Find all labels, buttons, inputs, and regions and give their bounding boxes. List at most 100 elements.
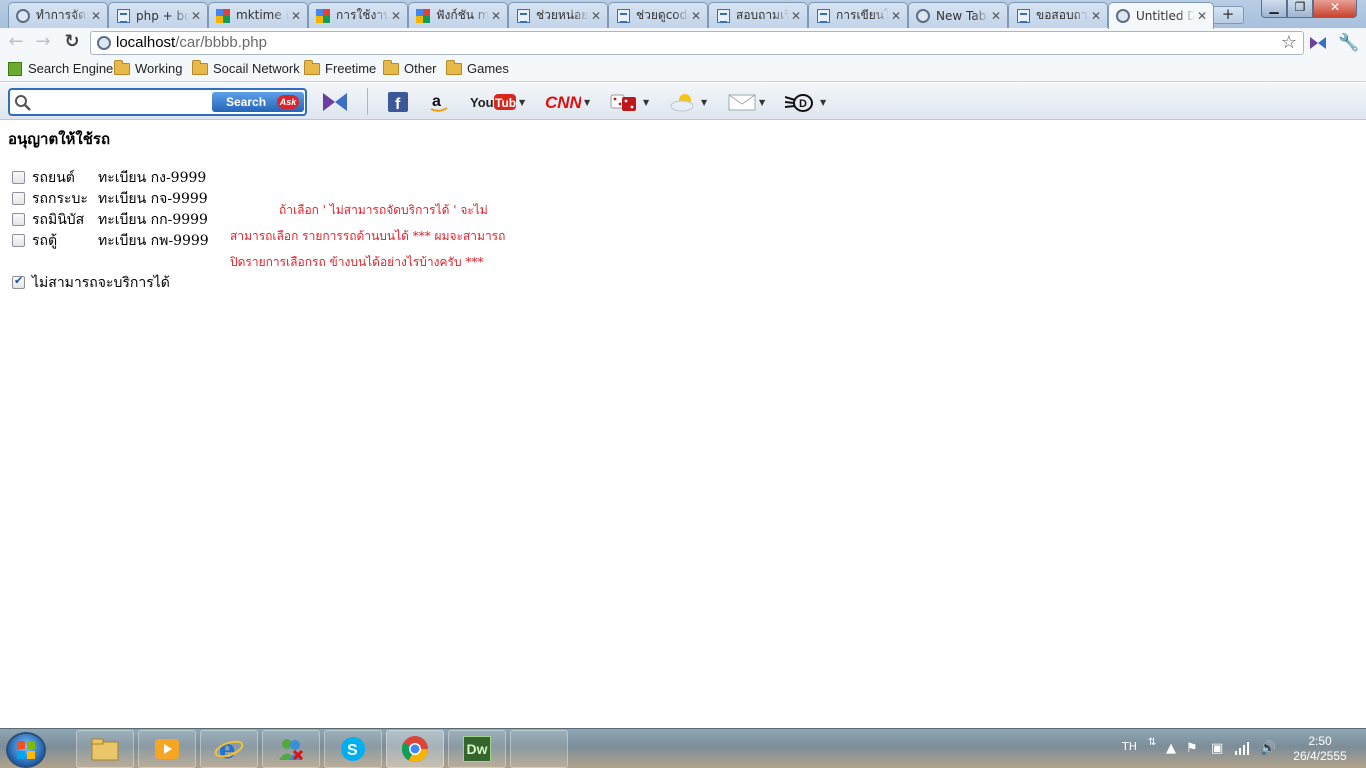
toolbar-logo-icon[interactable] — [322, 90, 348, 114]
tab[interactable]: New Tab ✕ — [908, 2, 1008, 28]
minimize-button[interactable]: ▁ — [1261, 0, 1287, 18]
tab-strip: ทำการจัดร✕php + bor✕mktime ดึ✕การใช้งาน✕… — [0, 0, 1366, 29]
cnn-icon[interactable]: CNN ▼ — [545, 90, 590, 114]
ask-search-box: Search Ask — [8, 88, 307, 116]
tab[interactable]: php + bor✕ — [108, 2, 208, 28]
bookmark-label: Search Engine — [28, 61, 114, 76]
back-button[interactable]: ← — [6, 33, 26, 53]
blank-window-icon[interactable] — [510, 730, 568, 768]
page-globe-icon — [97, 36, 111, 50]
tab[interactable]: mktime ดึ ✕ — [208, 2, 308, 28]
url-host: localhost — [116, 34, 176, 51]
tab-title: การเขียนโ — [836, 8, 889, 22]
tab-title: ช่วยหน่อยค — [536, 8, 589, 22]
page-icon — [615, 8, 631, 24]
maximize-button[interactable]: ❐ — [1287, 0, 1313, 18]
tab[interactable]: การใช้งาน ✕ — [308, 2, 408, 28]
close-tab-icon[interactable]: ✕ — [889, 9, 903, 23]
close-tab-icon[interactable]: ✕ — [1195, 9, 1209, 23]
bookmark-search-engine[interactable]: Search Engine — [8, 61, 113, 76]
close-tab-icon[interactable]: ✕ — [989, 9, 1003, 23]
close-window-button[interactable]: ✕ — [1313, 0, 1357, 18]
volume-icon[interactable]: 🔊 — [1260, 741, 1276, 756]
bookmark-star-icon[interactable]: ☆ — [1281, 32, 1297, 53]
new-tab-button[interactable]: + — [1212, 6, 1244, 24]
chrome-icon[interactable] — [386, 730, 444, 768]
tab[interactable]: ฟังก์ชัน mi ✕ — [408, 2, 508, 28]
internet-explorer-icon[interactable]: e — [200, 730, 258, 768]
tab[interactable]: สอบถามเรื่ ✕ — [708, 2, 808, 28]
tab-title: ทำการจัดร — [36, 8, 89, 22]
close-tab-icon[interactable]: ✕ — [89, 9, 103, 23]
page-icon — [815, 8, 831, 24]
car-name: รถตู้ — [32, 232, 58, 249]
action-center-flag-icon[interactable]: ⚑ — [1186, 741, 1198, 756]
device-icon[interactable]: ▣ — [1211, 741, 1223, 756]
tab[interactable]: ช่วยหน่อยค✕ — [508, 2, 608, 28]
car-checkbox[interactable] — [12, 234, 25, 247]
globe-icon — [1115, 8, 1131, 24]
bookmark-folder-other[interactable]: Other — [383, 59, 437, 76]
tab[interactable]: Untitled D ✕ — [1108, 2, 1214, 29]
network-signal-icon[interactable] — [1235, 741, 1251, 759]
mail-icon[interactable]: ▼ — [728, 90, 765, 114]
car-checkbox[interactable] — [12, 171, 25, 184]
tab[interactable]: ช่วยดูcode ✕ — [608, 2, 708, 28]
messenger-icon[interactable] — [262, 730, 320, 768]
page-icon — [715, 8, 731, 24]
bookmark-folder-social[interactable]: Socail Network — [192, 59, 300, 76]
car-option-row: รถยนต์ ทะเบียน กง-9999 — [12, 167, 206, 188]
page-icon — [515, 8, 531, 24]
explorer-icon[interactable] — [76, 730, 134, 768]
close-tab-icon[interactable]: ✕ — [789, 9, 803, 23]
language-indicator[interactable]: TH — [1122, 740, 1137, 753]
start-button[interactable] — [6, 732, 46, 768]
close-tab-icon[interactable]: ✕ — [289, 9, 303, 23]
close-tab-icon[interactable]: ✕ — [689, 9, 703, 23]
tab-title: ขอสอบถาม — [1036, 8, 1089, 22]
tab[interactable]: การเขียนโ ✕ — [808, 2, 908, 28]
car-checkbox[interactable] — [12, 213, 25, 226]
close-tab-icon[interactable]: ✕ — [189, 9, 203, 23]
wrench-menu-icon[interactable]: 🔧 — [1338, 33, 1359, 53]
close-tab-icon[interactable]: ✕ — [489, 9, 503, 23]
close-tab-icon[interactable]: ✕ — [1089, 9, 1103, 23]
show-hidden-icons-icon[interactable]: ▲ — [1166, 741, 1176, 756]
bookmark-folder-working[interactable]: Working — [114, 59, 183, 76]
bookmark-label: Working — [135, 61, 183, 76]
reload-button[interactable]: ↻ — [62, 33, 82, 53]
weather-icon[interactable]: ▼ — [670, 90, 707, 114]
car-plate: ทะเบียน กพ-9999 — [98, 232, 209, 249]
dreamweaver-icon[interactable]: Dw — [448, 730, 506, 768]
car-checkbox[interactable] — [12, 192, 25, 205]
tab-title: ฟังก์ชัน mi — [436, 8, 489, 22]
unavailable-checkbox[interactable] — [12, 274, 25, 289]
tab-title: mktime ดึ — [236, 8, 289, 22]
youtube-icon[interactable]: YouTube▼ — [470, 90, 525, 114]
address-bar[interactable]: localhost/car/bbbb.php ☆ — [90, 31, 1304, 55]
amazon-icon[interactable]: a — [428, 90, 450, 114]
media-player-icon[interactable] — [138, 730, 196, 768]
system-clock[interactable]: 2:50 26/4/2555 — [1290, 734, 1350, 764]
ask-search-button[interactable]: Search Ask — [212, 92, 304, 112]
bookmark-folder-freetime[interactable]: Freetime — [304, 59, 376, 76]
car-plate: ทะเบียน กก-9999 — [98, 211, 208, 228]
dictionary-icon[interactable]: D ▼ — [785, 90, 826, 114]
keyboard-layout-icon[interactable]: ⇅ — [1148, 737, 1156, 748]
close-tab-icon[interactable]: ✕ — [589, 9, 603, 23]
facebook-icon[interactable]: f — [388, 90, 408, 114]
extension-icon[interactable] — [1308, 33, 1328, 53]
forward-button[interactable]: → — [33, 33, 53, 53]
tab[interactable]: ทำการจัดร ✕ — [8, 2, 108, 28]
bookmark-folder-games[interactable]: Games — [446, 59, 509, 76]
car-plate: ทะเบียน กง-9999 — [98, 169, 207, 186]
tab[interactable]: ขอสอบถาม✕ — [1008, 2, 1108, 28]
skype-icon[interactable]: S — [324, 730, 382, 768]
close-tab-icon[interactable]: ✕ — [389, 9, 403, 23]
ask-search-input[interactable] — [38, 94, 210, 112]
svg-text:f: f — [395, 96, 401, 112]
games-dice-icon[interactable]: ▼ — [610, 90, 649, 114]
clock-date: 26/4/2555 — [1293, 749, 1347, 763]
address-url[interactable]: localhost/car/bbbb.php — [116, 34, 267, 51]
chevron-down-icon: ▼ — [584, 97, 591, 107]
